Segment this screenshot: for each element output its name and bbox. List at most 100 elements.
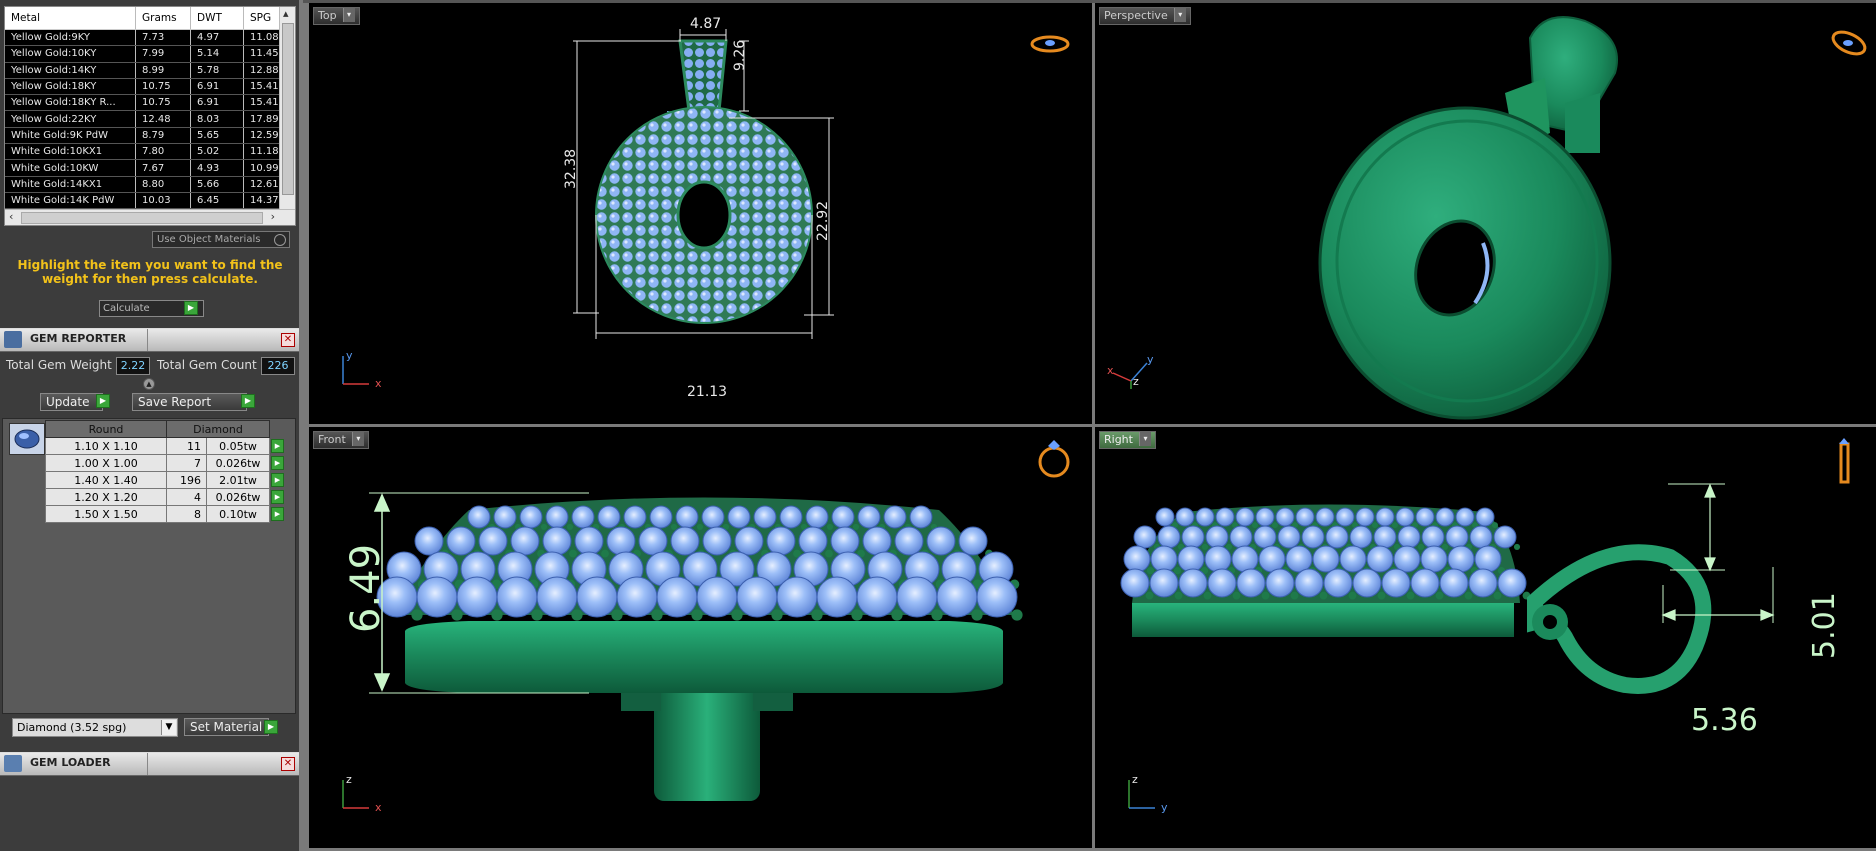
- table-cell: 5.78: [190, 62, 244, 79]
- gem-size: 1.00 X 1.00: [45, 454, 167, 472]
- prong: [540, 523, 548, 530]
- chevron-down-icon[interactable]: ▾: [351, 432, 364, 446]
- viewport-label-top[interactable]: Top ▾: [313, 7, 360, 25]
- viewport-perspective[interactable]: Perspective ▾ y x z: [1095, 3, 1876, 424]
- prong: [825, 549, 833, 558]
- table-row[interactable]: White Gold:14KX1 8.80 5.66 12.61: [5, 176, 291, 193]
- chevron-down-icon[interactable]: ▾: [342, 8, 355, 22]
- close-icon[interactable]: ✕: [281, 757, 295, 771]
- use-object-materials-toggle[interactable]: Use Object Materials: [152, 231, 290, 248]
- gem-stone: [1393, 545, 1421, 573]
- table-cell: 4.97: [190, 29, 244, 47]
- gem-row-go-icon[interactable]: ▶: [271, 507, 284, 521]
- save-report-go-icon[interactable]: ▶: [241, 394, 255, 408]
- header-divider: [147, 329, 148, 351]
- gem-row-go-icon[interactable]: ▶: [271, 456, 284, 470]
- scroll-up-icon[interactable]: ▴: [283, 7, 289, 21]
- table-cell: Yellow Gold:22KY: [5, 110, 136, 128]
- view-cube-ring-icon[interactable]: [1829, 28, 1869, 58]
- gem-stone: [976, 576, 1018, 618]
- chevron-down-icon[interactable]: ▾: [1173, 8, 1186, 22]
- gem-count: 7: [165, 454, 208, 472]
- table-row[interactable]: White Gold:14K PdW 10.03 6.45 14.37: [5, 192, 291, 210]
- table-row[interactable]: Yellow Gold:22KY 12.48 8.03 17.89: [5, 110, 291, 128]
- dim-bail-width: 4.87: [690, 16, 722, 32]
- set-material-button[interactable]: Set Material: [184, 718, 269, 736]
- horizontal-scrollbar[interactable]: ‹ ›: [5, 209, 295, 225]
- viewport-front[interactable]: Front ▾ 6.49 z x: [309, 427, 1092, 848]
- update-button[interactable]: Update: [40, 393, 103, 411]
- collapse-toggle-icon[interactable]: ▲: [143, 378, 155, 390]
- gem-shape-thumbnail[interactable]: [9, 423, 45, 455]
- chevron-down-icon[interactable]: ▼: [161, 720, 176, 735]
- gem-count: 11: [165, 437, 208, 455]
- table-row[interactable]: Yellow Gold:18KY R... 10.75 6.91 15.41: [5, 94, 291, 112]
- hscroll-thumb[interactable]: [21, 212, 263, 224]
- vertical-scrollbar[interactable]: ▴: [279, 7, 295, 209]
- gem-row[interactable]: 1.00 X 1.00 7 0.026tw ▶: [45, 454, 285, 472]
- material-select[interactable]: Diamond (3.52 spg) ▼: [12, 718, 178, 737]
- table-row[interactable]: White Gold:9K PdW 8.79 5.65 12.59: [5, 127, 291, 145]
- table-cell: 6.91: [190, 78, 244, 96]
- viewport-label-front[interactable]: Front ▾: [313, 431, 369, 449]
- view-cube-ring-icon[interactable]: [1830, 436, 1860, 486]
- col-grams[interactable]: Grams: [135, 7, 191, 30]
- metal-weight-list[interactable]: Metal Grams DWT SPG Yellow Gold:9KY 7.73 4…: [4, 6, 296, 226]
- update-go-icon[interactable]: ▶: [96, 394, 110, 408]
- col-diamond[interactable]: Diamond: [166, 420, 270, 438]
- axis-y-label: y: [346, 349, 353, 362]
- gem-row[interactable]: 1.40 X 1.40 196 2.01tw ▶: [45, 471, 285, 489]
- col-round[interactable]: Round: [45, 420, 167, 438]
- prong: [670, 523, 678, 530]
- table-cell: Yellow Gold:18KY R...: [5, 94, 136, 112]
- close-icon[interactable]: ✕: [281, 333, 295, 347]
- axis-z-label: z: [1132, 773, 1138, 786]
- gem-size: 1.20 X 1.20: [45, 488, 167, 506]
- view-cube-ring-icon[interactable]: [1034, 436, 1074, 480]
- save-report-button[interactable]: Save Report: [132, 393, 247, 411]
- table-cell: 10.75: [135, 94, 191, 112]
- col-metal[interactable]: Metal: [5, 7, 136, 30]
- viewport-label-right[interactable]: Right ▾: [1099, 431, 1156, 449]
- gem-row-go-icon[interactable]: ▶: [271, 473, 284, 487]
- gem-row[interactable]: 1.10 X 1.10 11 0.05tw ▶: [45, 437, 285, 455]
- gem-stone: [616, 576, 658, 618]
- prong: [611, 609, 623, 621]
- prong: [411, 609, 423, 621]
- prong: [451, 609, 463, 621]
- gem-row[interactable]: 1.50 X 1.50 8 0.10tw ▶: [45, 505, 285, 523]
- scroll-thumb[interactable]: [282, 23, 294, 195]
- table-cell: 10.03: [135, 192, 191, 210]
- table-row[interactable]: Yellow Gold:18KY 10.75 6.91 15.41: [5, 78, 291, 96]
- axis-x-label: x: [375, 801, 382, 814]
- table-cell: 5.02: [190, 143, 244, 161]
- dim-total-height: 32.38: [563, 148, 579, 189]
- col-dwt[interactable]: DWT: [190, 7, 244, 30]
- gem-loader-header: GEM LOADER ✕: [0, 752, 299, 776]
- set-material-go-icon[interactable]: ▶: [264, 720, 278, 734]
- gem-row-go-icon[interactable]: ▶: [271, 439, 284, 453]
- view-cube-ring-icon[interactable]: [1030, 33, 1070, 55]
- gem-row-go-icon[interactable]: ▶: [271, 490, 284, 504]
- calculate-go-icon[interactable]: ▶: [184, 301, 198, 315]
- gem-stone: [1447, 545, 1475, 573]
- gem-stone: [1497, 568, 1527, 598]
- table-row[interactable]: Yellow Gold:14KY 8.99 5.78 12.88: [5, 62, 291, 79]
- gem-stone: [1373, 525, 1397, 549]
- scroll-right-icon[interactable]: ›: [271, 210, 275, 224]
- gem-row[interactable]: 1.20 X 1.20 4 0.026tw ▶: [45, 488, 285, 506]
- gem-stone: [1435, 507, 1455, 527]
- chevron-down-icon[interactable]: ▾: [1138, 432, 1151, 446]
- table-row[interactable]: Yellow Gold:10KY 7.99 5.14 11.45: [5, 45, 291, 63]
- gem-row-action: ▶: [269, 505, 285, 523]
- table-row[interactable]: White Gold:10KW 7.67 4.93 10.99: [5, 159, 291, 177]
- viewport-label-perspective[interactable]: Perspective ▾: [1099, 7, 1191, 25]
- viewport-right[interactable]: Right ▾ 5.01 5.36 z y: [1095, 427, 1876, 848]
- front-view-render: [369, 492, 1023, 801]
- viewport-top[interactable]: Top ▾ 4.87 9.26 32.38 22.92 21.13 y x: [309, 3, 1092, 424]
- scroll-left-icon[interactable]: ‹: [9, 210, 13, 224]
- gem-stone: [1123, 545, 1151, 573]
- table-row[interactable]: Yellow Gold:9KY 7.73 4.97 11.08: [5, 29, 291, 47]
- gem-stone: [1421, 525, 1445, 549]
- table-row[interactable]: White Gold:10KX1 7.80 5.02 11.18: [5, 143, 291, 161]
